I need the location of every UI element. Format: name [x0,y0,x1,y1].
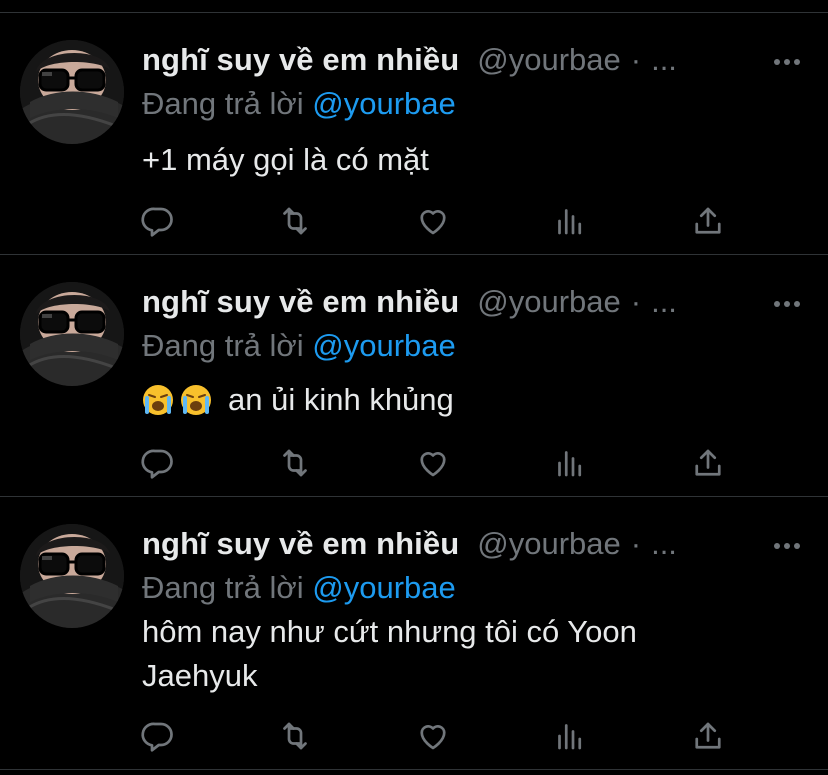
separator-dot: · [630,42,642,77]
timestamp[interactable]: ... [651,42,677,77]
replying-to: Đang trả lời @yourbae [142,570,456,606]
reply-icon[interactable] [140,445,176,481]
retweet-icon[interactable] [277,445,313,481]
tweet-header: nghĩ suy về em nhiều @yourbae ·... [142,42,677,84]
tweet-text-container: an ủi kinh khủng [142,378,782,422]
more-options-icon[interactable] [772,298,802,310]
replying-to-label: Đang trả lời [142,570,304,605]
replying-to-handle[interactable]: @yourbae [312,86,456,121]
reply-icon[interactable] [140,718,176,754]
tweet-text: an ủi kinh khủng [228,382,454,417]
reply-icon[interactable] [140,203,176,239]
analytics-icon[interactable] [552,718,588,754]
tweet-text-line-2: Jaehyuk [142,658,258,693]
analytics-icon[interactable] [552,203,588,239]
user-handle[interactable]: @yourbae [477,42,621,77]
share-icon[interactable] [690,203,726,239]
avatar[interactable] [20,524,124,628]
user-handle[interactable]: @yourbae [477,284,621,319]
replying-to-handle[interactable]: @yourbae [312,328,456,363]
share-icon[interactable] [690,445,726,481]
replying-to-handle[interactable]: @yourbae [312,570,456,605]
separator-dot: · [630,526,642,561]
tweet-actions [140,718,740,758]
tweet-3[interactable]: nghĩ suy về em nhiều @yourbae ·... Đang tr… [0,496,828,775]
loudly-crying-face-icon [142,384,174,416]
retweet-icon[interactable] [277,203,313,239]
more-options-icon[interactable] [772,540,802,552]
avatar[interactable] [20,40,124,144]
timestamp[interactable]: ... [651,526,677,561]
tweet-2[interactable]: nghĩ suy về em nhiều @yourbae ·... Đang tr… [0,254,828,496]
replying-to: Đang trả lời @yourbae [142,328,456,364]
display-name[interactable]: nghĩ suy về em nhiều [142,526,459,561]
more-options-icon[interactable] [772,56,802,68]
timestamp[interactable]: ... [651,284,677,319]
avatar[interactable] [20,282,124,386]
replying-to: Đang trả lời @yourbae [142,86,456,122]
user-handle[interactable]: @yourbae [477,526,621,561]
tweet-text: +1 máy gọi là có mặt [142,142,429,177]
display-name[interactable]: nghĩ suy về em nhiều [142,284,459,319]
replying-to-label: Đang trả lời [142,86,304,121]
analytics-icon[interactable] [552,445,588,481]
retweet-icon[interactable] [277,718,313,754]
tweet-header: nghĩ suy về em nhiều @yourbae ·... [142,284,677,326]
like-icon[interactable] [415,718,451,754]
bottom-divider [0,769,828,770]
tweet-1[interactable]: nghĩ suy về em nhiều @yourbae ·... Đang tr… [0,12,828,254]
like-icon[interactable] [415,203,451,239]
loudly-crying-face-icon [180,384,212,416]
tweet-actions [140,445,740,485]
tweet-text: hôm nay như cứt nhưng tôi có Yoon Jaehyu… [142,610,782,698]
like-icon[interactable] [415,445,451,481]
display-name[interactable]: nghĩ suy về em nhiều [142,42,459,77]
tweet-actions [140,203,740,243]
share-icon[interactable] [690,718,726,754]
replying-to-label: Đang trả lời [142,328,304,363]
separator-dot: · [630,284,642,319]
tweet-text-line-1: hôm nay như cứt nhưng tôi có Yoon [142,614,637,649]
tweet-header: nghĩ suy về em nhiều @yourbae ·... [142,526,677,568]
